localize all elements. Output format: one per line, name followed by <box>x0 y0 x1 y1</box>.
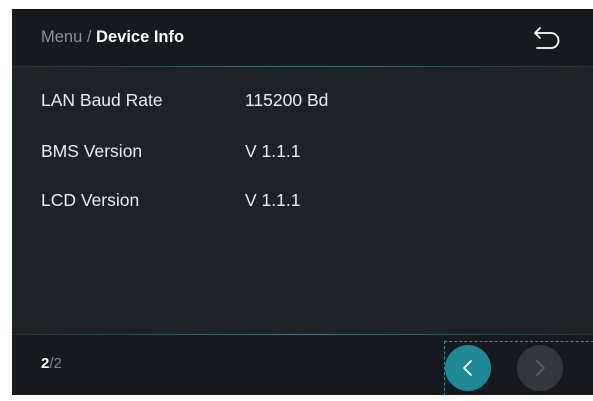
footer-bar: 2/2 <box>12 335 593 395</box>
page-title: Device Info <box>96 28 185 46</box>
undo-arrow-icon <box>534 27 560 49</box>
info-value: V 1.1.1 <box>245 190 301 210</box>
breadcrumb: Menu / Device Info <box>41 27 184 47</box>
info-label: LAN Baud Rate <box>41 90 163 110</box>
breadcrumb-parent[interactable]: Menu <box>41 28 82 46</box>
info-value: V 1.1.1 <box>245 141 301 161</box>
info-label: BMS Version <box>41 141 143 161</box>
header-bar: Menu / Device Info <box>12 9 593 66</box>
header-divider <box>12 66 593 67</box>
breadcrumb-separator: / <box>82 28 97 46</box>
back-button[interactable] <box>527 22 567 54</box>
next-page-button[interactable] <box>517 345 563 391</box>
chevron-left-icon <box>463 360 472 376</box>
chevron-right-icon <box>536 360 545 376</box>
page-total: 2 <box>53 355 62 372</box>
info-label: LCD Version <box>41 190 140 210</box>
previous-page-button[interactable] <box>445 345 491 391</box>
info-value: 115200 Bd <box>245 90 329 110</box>
device-info-screen: Menu / Device Info LAN Baud Rate 115200 … <box>12 9 593 395</box>
page-indicator: 2/2 <box>41 355 62 373</box>
